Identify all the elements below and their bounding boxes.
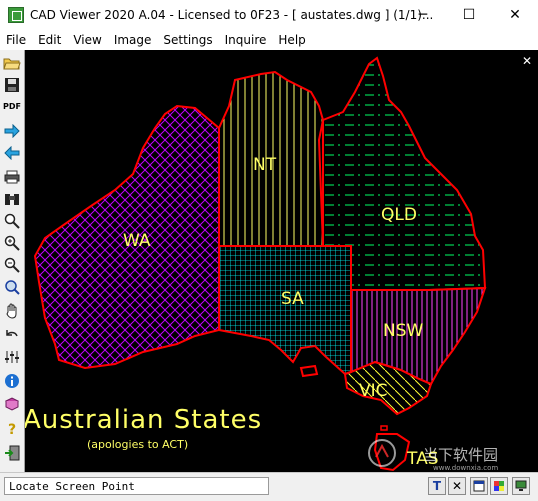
open-folder-icon[interactable]: [3, 54, 21, 72]
layers-icon[interactable]: [3, 348, 21, 366]
watermark-url: www.downxia.com: [433, 464, 498, 472]
monitor-button[interactable]: [512, 477, 530, 495]
arrow-left-icon[interactable]: [3, 144, 21, 162]
monitor-icon: [515, 480, 527, 491]
close-button[interactable]: ✕: [492, 0, 538, 30]
status-close-button[interactable]: ✕: [448, 477, 466, 495]
label-qld: QLD: [381, 205, 417, 225]
book-icon[interactable]: [3, 396, 21, 414]
maximize-button[interactable]: ☐: [446, 0, 492, 30]
app-icon: [8, 7, 24, 23]
text-tool-icon: T: [432, 479, 442, 493]
print-icon[interactable]: [3, 168, 21, 186]
window-mode-icon: [473, 480, 485, 492]
label-wa: WA: [123, 231, 151, 251]
menu-file[interactable]: File: [0, 30, 32, 50]
drawing-canvas[interactable]: ✕ WA NT QLD SA NSW VIC TAS Australian St…: [25, 50, 538, 472]
watermark-logo-icon: [367, 438, 396, 467]
zoom-in-icon[interactable]: [3, 234, 21, 252]
minimize-button[interactable]: ─: [400, 0, 446, 30]
color-mode-icon: [494, 481, 504, 491]
menu-bar: File Edit View Image Settings Inquire He…: [0, 30, 538, 50]
help-icon[interactable]: ?: [3, 420, 21, 438]
menu-settings[interactable]: Settings: [157, 30, 218, 50]
window-mode-button[interactable]: [470, 477, 488, 495]
menu-image[interactable]: Image: [108, 30, 158, 50]
svg-text:?: ?: [8, 422, 16, 437]
exit-door-icon[interactable]: [3, 444, 21, 462]
info-icon[interactable]: [3, 372, 21, 390]
australia-map: WA NT QLD SA NSW VIC TAS Australian Stat…: [25, 56, 498, 472]
zoom-extents-icon[interactable]: [3, 278, 21, 296]
menu-view[interactable]: View: [67, 30, 107, 50]
status-bar: Locate Screen Point T ✕: [0, 472, 538, 501]
save-disk-icon[interactable]: [3, 76, 21, 94]
state-sa: [218, 245, 352, 376]
menu-inquire[interactable]: Inquire: [219, 30, 273, 50]
binoculars-icon[interactable]: [3, 190, 21, 208]
island-kangaroo: [299, 364, 319, 378]
label-nsw: NSW: [383, 321, 424, 341]
color-mode-button[interactable]: [490, 477, 508, 495]
menu-edit[interactable]: Edit: [32, 30, 67, 50]
zoom-window-icon[interactable]: [3, 212, 21, 230]
minimize-icon: ─: [418, 7, 428, 23]
drawing-title: Australian States: [25, 405, 262, 435]
window-title: CAD Viewer 2020 A.04 - Licensed to 0F23 …: [30, 8, 434, 22]
left-toolbar: PDF ?: [0, 50, 25, 472]
status-close-icon: ✕: [451, 479, 463, 493]
label-nt: NT: [253, 155, 277, 175]
tas-small-island: [380, 425, 388, 431]
title-bar: CAD Viewer 2020 A.04 - Licensed to 0F23 …: [0, 0, 538, 30]
zoom-out-icon[interactable]: [3, 256, 21, 274]
drawing-subtitle: (apologies to ACT): [87, 438, 188, 451]
label-vic: VIC: [359, 381, 388, 401]
menu-help[interactable]: Help: [272, 30, 311, 50]
pan-hand-icon[interactable]: [3, 302, 21, 320]
status-text: Locate Screen Point: [4, 477, 269, 495]
pdf-icon[interactable]: PDF: [3, 98, 21, 116]
close-icon: ✕: [509, 7, 521, 23]
undo-icon[interactable]: [3, 326, 21, 344]
maximize-icon: ☐: [462, 7, 476, 23]
pdf-label: PDF: [3, 102, 21, 111]
arrow-right-icon[interactable]: [3, 122, 21, 140]
text-tool-button[interactable]: T: [428, 477, 446, 495]
label-sa: SA: [281, 289, 304, 309]
watermark-cn: 当下软件园: [423, 446, 498, 464]
